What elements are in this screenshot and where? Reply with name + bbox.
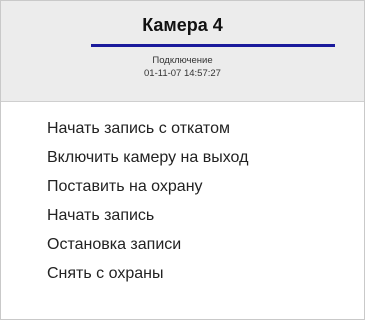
menu-item-disarm[interactable]: Снять с охраны: [1, 259, 364, 288]
menu-item-arm[interactable]: Поставить на охрану: [1, 172, 364, 201]
camera-title: Камера 4: [142, 15, 223, 35]
menu-item-start-recording-rollback[interactable]: Начать запись с откатом: [1, 114, 364, 143]
status-timestamp: 01-11-07 14:57:27: [144, 68, 221, 79]
menu-item-start-recording[interactable]: Начать запись: [1, 201, 364, 230]
menu-item-stop-recording[interactable]: Остановка записи: [1, 230, 364, 259]
menu-header: Камера 4 Подключение 01-11-07 14:57:27: [1, 1, 364, 102]
connection-status: Подключение: [152, 55, 213, 66]
title-underline: [91, 44, 335, 47]
menu-item-enable-camera-output[interactable]: Включить камеру на выход: [1, 143, 364, 172]
menu-items: Начать запись с откатом Включить камеру …: [1, 114, 364, 288]
camera-context-menu: Камера 4 Подключение 01-11-07 14:57:27 Н…: [0, 0, 365, 320]
